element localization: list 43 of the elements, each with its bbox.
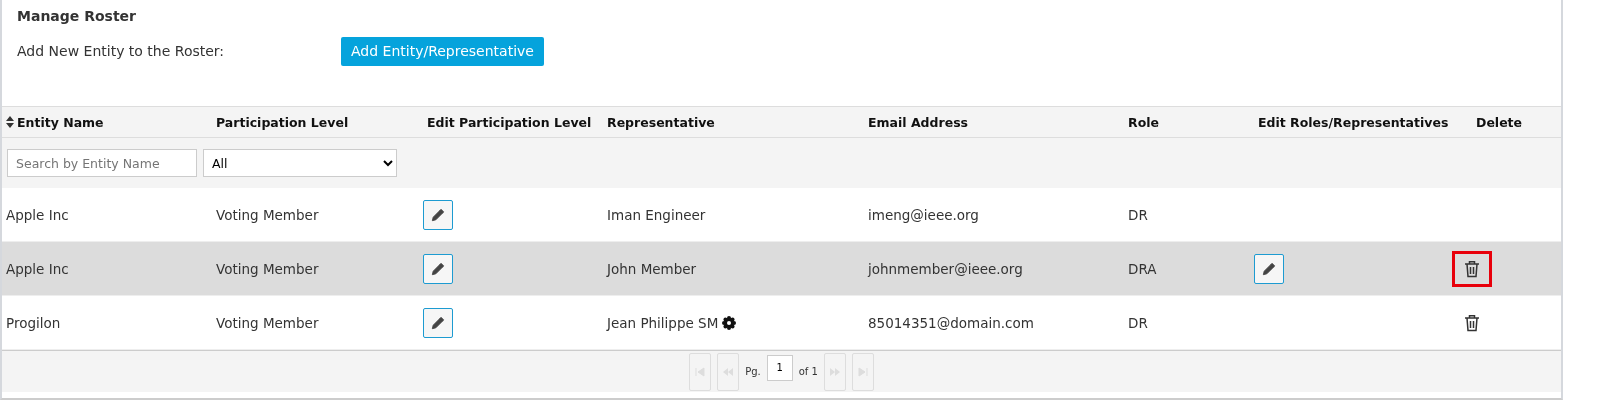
page-field[interactable]: 1 bbox=[766, 354, 793, 381]
column-header: Representative bbox=[606, 114, 716, 130]
page-prefix: Pg. bbox=[745, 366, 761, 377]
pencil-icon bbox=[1262, 261, 1276, 276]
column-header: Email Address bbox=[867, 114, 969, 130]
pencil-icon bbox=[431, 207, 445, 222]
role-cell-text: DR bbox=[1127, 314, 1149, 331]
edit-roles-button[interactable] bbox=[1254, 253, 1284, 284]
page-title: Manage Roster bbox=[16, 7, 137, 24]
search-field[interactable]: Search by Entity Name bbox=[7, 149, 197, 177]
delete-button[interactable] bbox=[1452, 250, 1492, 287]
email-cell-text: 85014351@domain.com bbox=[867, 314, 1035, 331]
page-count: of 1 bbox=[798, 366, 818, 377]
entity-cell-text: Apple Inc bbox=[5, 260, 70, 277]
edit-level-button[interactable] bbox=[423, 199, 453, 230]
column-header: Delete bbox=[1475, 114, 1524, 130]
role-cell-text: DR bbox=[1127, 206, 1149, 223]
representative-cell: Iman Engineer bbox=[607, 206, 706, 223]
column-header: Edit Participation Level bbox=[426, 114, 593, 130]
email-cell-text: johnmember@ieee.org bbox=[866, 260, 1024, 277]
column-header: Participation Level bbox=[215, 114, 350, 130]
trash-icon bbox=[1464, 313, 1480, 332]
pencil-icon bbox=[431, 261, 445, 276]
level-dropdown[interactable]: All bbox=[203, 149, 397, 177]
role-cell-text: DRA bbox=[1127, 260, 1158, 277]
table-row[interactable]: Apple Inc Voting Member John Member johnmember@ieee.org DRA bbox=[2, 242, 1561, 296]
level-cell-text: Voting Member bbox=[215, 260, 320, 277]
entity-cell-text: Progilon bbox=[5, 314, 62, 331]
column-header: Role bbox=[1127, 114, 1160, 130]
sort-icon bbox=[6, 116, 14, 128]
level-cell-text: Voting Member bbox=[215, 314, 320, 331]
pencil-icon bbox=[431, 315, 445, 330]
column-header[interactable]: Entity Name bbox=[2, 114, 212, 130]
add-entity-label: Add New Entity to the Roster: bbox=[17, 43, 226, 59]
edit-level-button[interactable] bbox=[423, 307, 453, 338]
representative-cell: John Member bbox=[607, 260, 697, 277]
level-cell-text: Voting Member bbox=[215, 206, 320, 223]
email-cell-text: imeng@ieee.org bbox=[867, 206, 980, 223]
entity-cell-text: Apple Inc bbox=[5, 206, 70, 223]
trash-icon bbox=[1464, 259, 1480, 278]
edit-level-button[interactable] bbox=[423, 253, 453, 284]
representative-cell: Jean Philippe SM bbox=[607, 314, 719, 331]
column-header: Edit Roles/Representatives bbox=[1257, 114, 1450, 130]
